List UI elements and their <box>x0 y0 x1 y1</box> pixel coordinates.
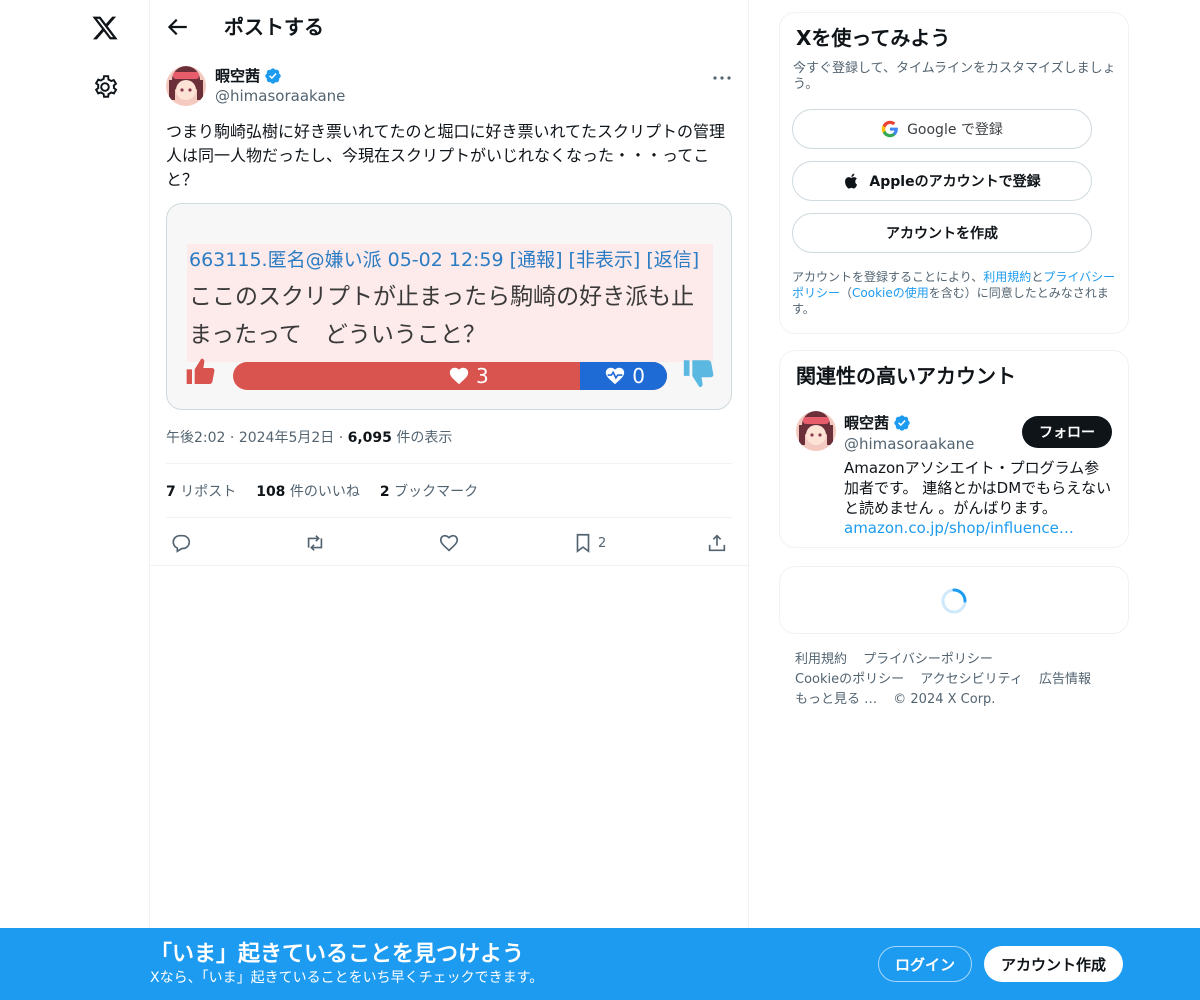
heart-outline-icon <box>439 534 459 552</box>
terms-link[interactable]: 利用規約 <box>983 270 1031 284</box>
footer-copyright: © 2024 X Corp. <box>893 692 996 707</box>
post-media[interactable]: 663115.匿名@嫌い派 05-02 12:59 [通報] [非表示] [返信… <box>166 203 732 410</box>
related-accounts-card: 関連性の高いアカウント 暇空茜 @himasoraakane フォロー Amaz… <box>779 350 1129 548</box>
google-signup-label: Google で登録 <box>907 122 1003 138</box>
terms-text: アカウントを登録することにより、利用規約とプライバシーポリシー（Cookieの使… <box>792 270 1116 316</box>
create-account-label: アカウントを作成 <box>886 226 998 242</box>
bio-link[interactable]: amazon.co.jp/shop/influence… <box>844 519 1074 537</box>
like-count-text: 3 <box>476 364 489 388</box>
signup-card-title: Xを使ってみよう <box>796 26 951 50</box>
like-count: 3 <box>448 362 489 390</box>
reply-icon <box>172 534 191 553</box>
post-stats: 7 リポスト 108 件のいいね 2 ブックマーク <box>166 482 478 502</box>
repost-stat[interactable]: 7 リポスト <box>166 482 236 502</box>
apple-signup-button[interactable]: Appleのアカウントで登録 <box>792 161 1092 201</box>
footer-privacy-link[interactable]: プライバシーポリシー <box>863 652 993 667</box>
signup-card-subtitle: 今すぐ登録して、タイムラインをカスタマイズしましょう。 <box>793 61 1116 92</box>
view-count: 6,095 <box>347 430 392 446</box>
heart-pulse-icon <box>606 367 625 385</box>
post-date[interactable]: 2024年5月2日 <box>239 430 334 446</box>
signup-button[interactable]: アカウント作成 <box>984 946 1123 982</box>
author-handle[interactable]: @himasoraakane <box>215 86 345 106</box>
avatar[interactable] <box>166 66 206 106</box>
related-card-title: 関連性の高いアカウント <box>796 364 1016 388</box>
divider <box>166 463 732 464</box>
left-nav <box>0 0 150 1000</box>
media-header-text: 663115.匿名@嫌い派 05-02 12:59 [通報] [非表示] [返信… <box>189 249 700 271</box>
media-body-text: ここのスクリプトが止まったら駒崎の好き派も止まったって どういうこと？ <box>189 284 695 348</box>
repost-button[interactable] <box>304 530 326 556</box>
post-actions: 2 <box>166 528 732 558</box>
apple-signup-label: Appleのアカウントで登録 <box>869 174 1041 190</box>
view-count-label: 件の表示 <box>396 430 453 446</box>
thumbs-up-icon <box>186 358 215 384</box>
avatar[interactable] <box>796 411 836 451</box>
bottom-signup-banner: 「いま」起きていることを見つけよう Xなら、「いま」起きていることをいち早くチェ… <box>0 928 1200 1000</box>
share-icon <box>708 534 726 552</box>
top-bar: ポストする <box>150 0 750 54</box>
thumbs-down-icon <box>683 360 714 388</box>
verified-badge-icon <box>894 415 910 431</box>
more-options-icon[interactable] <box>710 66 734 90</box>
google-signup-button[interactable]: Google で登録 <box>792 109 1092 149</box>
loading-spinner-icon <box>941 588 967 614</box>
share-button[interactable] <box>706 530 728 556</box>
divider <box>166 517 732 518</box>
post-meta: 午後2:02 · 2024年5月2日 · 6,095 件の表示 <box>166 430 453 446</box>
footer-terms-link[interactable]: 利用規約 <box>795 652 847 667</box>
signup-card: Xを使ってみよう 今すぐ登録して、タイムラインをカスタマイズしましょう。 Goo… <box>779 12 1129 334</box>
cookie-link[interactable]: Cookieの使用 <box>852 286 929 300</box>
create-account-button[interactable]: アカウントを作成 <box>792 213 1092 253</box>
banner-title: 「いま」起きていることを見つけよう <box>150 942 525 967</box>
post-time[interactable]: 午後2:02 <box>166 430 225 446</box>
bookmark-stat[interactable]: 2 ブックマーク <box>380 482 478 502</box>
bookmark-icon <box>576 533 590 553</box>
google-icon <box>881 120 898 138</box>
dislike-count: 0 <box>604 362 645 390</box>
banner-subtitle: Xなら、「いま」起きていることをいち早くチェックできます。 <box>150 970 544 986</box>
footer-accessibility-link[interactable]: アクセシビリティ <box>920 672 1023 687</box>
main-column: ポストする 暇空茜 @himasoraakane つまり駒崎弘樹に好き票いれてた… <box>149 0 750 1000</box>
footer-cookie-link[interactable]: Cookieのポリシー <box>795 672 904 687</box>
related-account-bio: Amazonアソシエイト・プログラム参加者です。 連絡とかはDMでもらえないと読… <box>844 459 1112 537</box>
divider <box>150 565 750 566</box>
footer-more-link[interactable]: もっと見る … <box>795 692 877 707</box>
page-title: ポストする <box>224 15 324 39</box>
x-logo-icon[interactable] <box>91 14 119 42</box>
arrow-left-icon[interactable] <box>164 14 190 40</box>
bookmark-count: 2 <box>598 535 607 551</box>
heart-icon <box>449 367 469 385</box>
verified-badge-icon <box>265 68 281 84</box>
like-ratio-bar: 3 0 <box>233 362 667 390</box>
repost-icon <box>307 535 323 551</box>
login-button[interactable]: ログイン <box>878 946 972 982</box>
post-text: つまり駒崎弘樹に好き票いれてたのと堀口に好き票いれてたスクリプトの管理人は同一人… <box>166 122 726 189</box>
follow-button[interactable]: フォロー <box>1022 416 1112 448</box>
bookmark-button[interactable]: 2 <box>572 530 606 556</box>
reply-button[interactable] <box>170 530 192 556</box>
footer-links: 利用規約 プライバシーポリシー Cookieのポリシー アクセシビリティ 広告情… <box>795 650 1115 710</box>
loading-card <box>779 566 1129 634</box>
author-name[interactable]: 暇空茜 <box>215 66 282 86</box>
gear-icon[interactable] <box>92 74 118 100</box>
apple-icon <box>845 173 858 189</box>
author-name-text: 暇空茜 <box>215 67 261 85</box>
like-stat[interactable]: 108 件のいいね <box>256 482 360 502</box>
footer-ads-link[interactable]: 広告情報 <box>1039 672 1091 687</box>
related-account-handle[interactable]: @himasoraakane <box>844 434 974 454</box>
dislike-count-text: 0 <box>632 364 645 388</box>
related-account-name[interactable]: 暇空茜 <box>844 413 911 433</box>
like-button[interactable] <box>438 530 460 556</box>
